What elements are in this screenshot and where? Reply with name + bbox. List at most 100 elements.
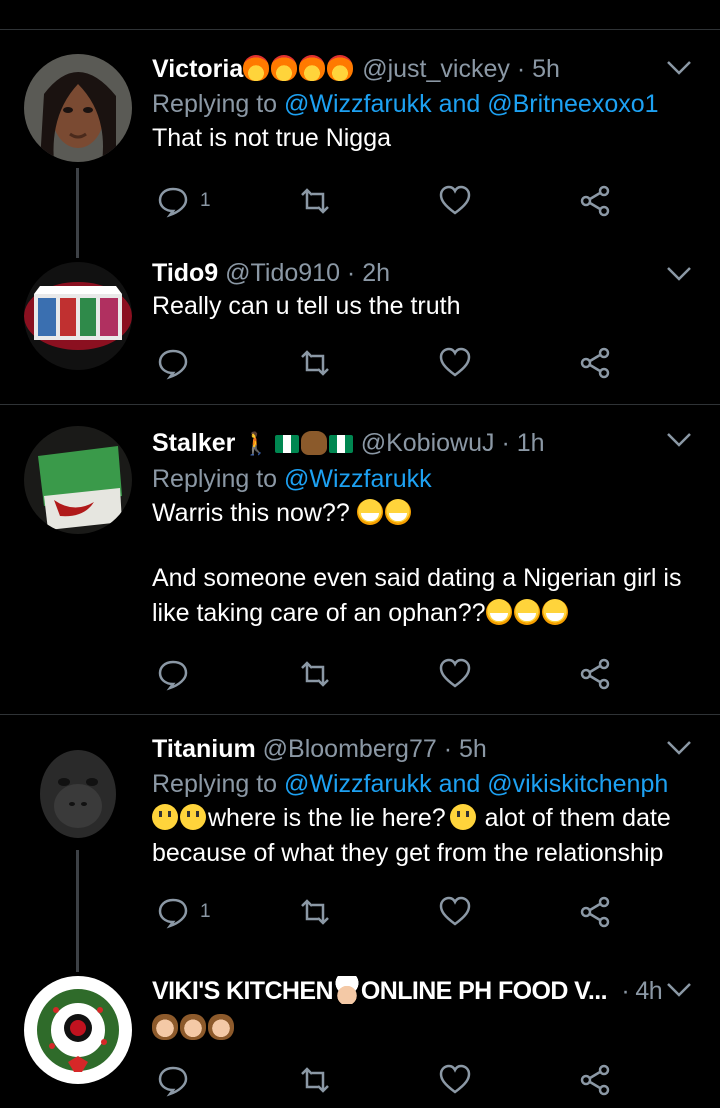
share-icon — [580, 185, 610, 217]
timestamp[interactable]: 4h — [635, 977, 662, 1005]
tweet-divider — [0, 404, 720, 405]
timestamp[interactable]: 1h — [517, 429, 545, 457]
replying-to-label: Replying to — [152, 465, 278, 493]
retweet-button[interactable] — [298, 656, 332, 692]
chevron-down-icon[interactable] — [666, 432, 692, 448]
separator-dot: · — [501, 429, 510, 457]
like-button[interactable] — [438, 183, 472, 219]
smirk-emoji — [449, 804, 476, 830]
nigeria-flag-emoji — [274, 435, 299, 453]
laughing-tears-emoji — [485, 599, 512, 625]
share-icon — [580, 896, 610, 928]
tweet-text-line — [152, 1012, 696, 1045]
chef-emoji — [332, 976, 361, 1004]
like-button[interactable] — [438, 345, 472, 381]
person-walking-emoji: 🚶 — [242, 431, 270, 456]
nigeria-flag-emoji — [328, 435, 353, 453]
share-icon — [580, 347, 610, 379]
reply-button[interactable]: 1 — [156, 894, 211, 930]
author-handle[interactable]: @Tido910 — [225, 259, 340, 287]
timestamp[interactable]: 2h — [362, 259, 390, 287]
tweet-text: Warris this now?? — [152, 499, 350, 527]
like-button[interactable] — [438, 656, 472, 692]
tweet-text: where is the lie here? — [208, 804, 446, 832]
reply-button[interactable] — [156, 656, 190, 692]
tweet-text-line: because of what they get from the relati… — [152, 839, 664, 867]
author-name[interactable]: Stalker — [152, 429, 235, 457]
author-name[interactable]: VIKI'S KITCHEN — [152, 977, 334, 1005]
timestamp[interactable]: 5h — [532, 55, 560, 83]
author-handle[interactable]: @just_vickey — [362, 55, 510, 83]
heart-icon — [439, 185, 471, 215]
share-button[interactable] — [578, 183, 612, 219]
retweet-icon — [301, 661, 329, 687]
separator-dot: · — [346, 259, 356, 287]
avatar[interactable] — [24, 262, 132, 370]
see-no-evil-monkey-emoji — [208, 1014, 234, 1040]
author-name[interactable]: Tido9 — [152, 259, 218, 287]
reply-icon — [158, 1066, 188, 1097]
chevron-down-icon[interactable] — [666, 982, 692, 998]
retweet-button[interactable] — [298, 1062, 332, 1098]
reply-button[interactable]: 1 — [156, 183, 211, 219]
chevron-down-icon[interactable] — [666, 60, 692, 76]
avatar[interactable] — [24, 976, 132, 1084]
see-no-evil-monkey-emoji — [180, 1014, 206, 1040]
see-no-evil-monkey-emoji — [152, 1014, 178, 1040]
heart-icon — [439, 658, 471, 688]
share-button[interactable] — [578, 1062, 612, 1098]
laughing-tears-emoji — [384, 499, 411, 525]
retweet-icon — [301, 899, 329, 925]
fire-emoji — [243, 55, 270, 81]
tweet-text: alot of them date — [484, 804, 671, 832]
replying-to-label: Replying to — [152, 90, 278, 118]
fire-emoji — [271, 55, 298, 81]
laughing-tears-emoji — [541, 599, 568, 625]
tweet-text: Really can u tell us the truth — [152, 292, 461, 320]
reply-count: 1 — [200, 190, 211, 211]
smiley-emoji — [152, 804, 178, 830]
like-button[interactable] — [438, 1062, 472, 1098]
tweet-text: like taking care of an ophan?? — [152, 599, 486, 627]
author-name[interactable]: Titanium — [152, 735, 256, 763]
reply-mentions-link[interactable]: @Wizzfarukk and @Britneexoxo1 — [284, 90, 659, 118]
like-button[interactable] — [438, 894, 472, 930]
tweet-divider — [0, 714, 720, 715]
laughing-tears-emoji — [513, 599, 540, 625]
retweet-icon — [301, 350, 329, 376]
reply-button[interactable] — [156, 1062, 190, 1098]
author-name-continued[interactable]: ONLINE PH FOOD V... — [361, 977, 608, 1005]
replying-to: Replying to @Wizzfarukk and @vikiskitche… — [152, 768, 696, 800]
raised-fist-emoji — [300, 431, 327, 455]
reply-count: 1 — [200, 901, 211, 922]
chevron-down-icon[interactable] — [666, 740, 692, 756]
reply-icon — [158, 187, 188, 218]
author-handle[interactable]: @Bloomberg77 — [263, 735, 437, 763]
reply-mentions-link[interactable]: @Wizzfarukk — [284, 465, 432, 493]
share-button[interactable] — [578, 894, 612, 930]
tweet-text-line: like taking care of an ophan?? — [152, 597, 696, 630]
tweet-text-line: where is the lie here? alot of them date — [152, 802, 696, 835]
tweet-text-line: Warris this now?? — [152, 497, 696, 530]
reply-icon — [158, 898, 188, 929]
avatar[interactable] — [24, 426, 132, 534]
retweet-icon — [301, 1067, 329, 1093]
reply-icon — [158, 660, 188, 691]
share-button[interactable] — [578, 656, 612, 692]
share-button[interactable] — [578, 345, 612, 381]
heart-icon — [439, 896, 471, 926]
laughing-tears-emoji — [356, 499, 383, 525]
avatar[interactable] — [24, 736, 132, 844]
author-name[interactable]: Victoria — [152, 55, 243, 83]
replying-to: Replying to @Wizzfarukk and @Britneexoxo… — [152, 88, 696, 120]
retweet-button[interactable] — [298, 183, 332, 219]
chevron-down-icon[interactable] — [666, 266, 692, 282]
retweet-button[interactable] — [298, 345, 332, 381]
reply-mentions-link[interactable]: @Wizzfarukk and @vikiskitchenph — [284, 770, 668, 798]
retweet-button[interactable] — [298, 894, 332, 930]
author-handle[interactable]: @KobiowuJ — [361, 429, 495, 457]
timestamp[interactable]: 5h — [459, 735, 487, 763]
avatar[interactable] — [24, 54, 132, 162]
reply-button[interactable] — [156, 345, 190, 381]
separator-dot: · — [621, 977, 630, 1005]
